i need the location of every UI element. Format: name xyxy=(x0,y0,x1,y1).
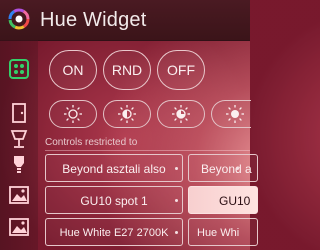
light-label: Hue Whi xyxy=(197,227,240,239)
restriction-label: Controls restricted to xyxy=(45,137,138,148)
color-wheel-icon xyxy=(8,8,30,30)
light-button[interactable]: Hue Whi xyxy=(188,218,258,246)
brightness-three-quarter-button[interactable] xyxy=(157,100,205,128)
sidebar-item-spots[interactable] xyxy=(8,154,30,176)
sun-half-icon xyxy=(118,105,136,123)
bulb-lamp-icon xyxy=(10,130,28,148)
divider xyxy=(45,150,250,151)
light-label: Beyond a xyxy=(201,162,252,176)
brightness-low-button[interactable] xyxy=(49,100,97,128)
light-button-selected[interactable]: GU10 xyxy=(188,186,258,214)
sun-low-icon xyxy=(64,105,82,123)
light-label: Beyond asztali also xyxy=(62,162,166,176)
off-button[interactable]: OFF xyxy=(157,50,205,90)
image-icon xyxy=(9,186,29,204)
dot-indicator xyxy=(175,199,178,202)
brightness-half-button[interactable] xyxy=(103,100,151,128)
on-button[interactable]: ON xyxy=(49,50,97,90)
dot-indicator xyxy=(175,167,178,170)
light-button[interactable]: GU10 spot 1 xyxy=(45,186,183,214)
title-bar: Hue Widget xyxy=(0,0,250,41)
image-icon xyxy=(9,218,29,236)
light-button[interactable]: Hue White E27 2700K xyxy=(45,218,183,246)
sidebar-item-scene-1[interactable] xyxy=(8,184,30,206)
sidebar-item-rooms[interactable] xyxy=(8,102,30,124)
light-label: Hue White E27 2700K xyxy=(59,227,169,239)
light-button[interactable]: Beyond asztali also xyxy=(45,154,183,182)
spot-lamp-icon xyxy=(14,156,24,173)
sun-three-quarter-icon xyxy=(172,105,190,123)
app-title: Hue Widget xyxy=(40,9,147,31)
sidebar-item-lamps[interactable] xyxy=(8,128,30,150)
grid-bulb-icon xyxy=(9,59,29,79)
dot-indicator xyxy=(236,167,239,170)
sidebar-item-groups[interactable] xyxy=(8,58,30,80)
door-icon xyxy=(12,103,26,123)
light-button[interactable]: Beyond a xyxy=(188,154,258,182)
light-label: GU10 xyxy=(219,194,251,208)
sidebar-item-scene-2[interactable] xyxy=(8,216,30,238)
random-button[interactable]: RND xyxy=(103,50,151,90)
sun-full-icon xyxy=(226,105,244,123)
sidebar xyxy=(0,40,38,250)
brightness-full-button[interactable] xyxy=(211,100,251,128)
light-label: GU10 spot 1 xyxy=(80,194,148,208)
dot-indicator xyxy=(175,231,178,234)
